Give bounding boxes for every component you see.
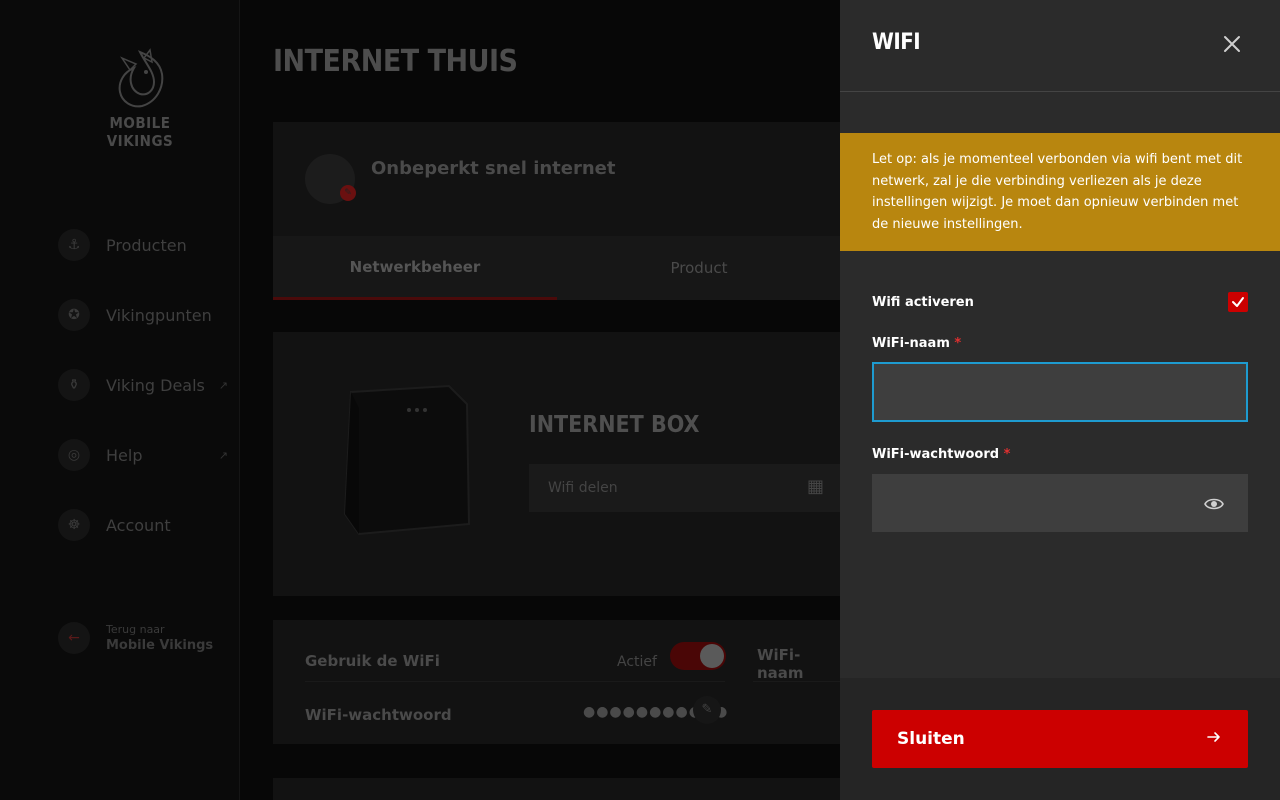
sidebar-item-label: Help: [106, 445, 143, 465]
wifi-password-field-label-text: WiFi-wachtwoord: [872, 447, 1000, 462]
back-caption: Terug naar: [106, 623, 165, 636]
wifi-name-field-label-text: WiFi-naam: [872, 336, 950, 351]
helmet-icon: ☸: [58, 509, 90, 541]
wifi-password-input[interactable]: [872, 474, 1248, 532]
treasure-icon: ✪: [58, 299, 90, 331]
wifi-use-row: Gebruik de WiFi Actief: [305, 642, 726, 682]
wifi-status: Actief: [617, 654, 657, 670]
sidebar: MOBILE VIKINGS ⚓ Producten ✪ Vikingpunte…: [0, 0, 240, 800]
internet-box-card: INTERNET BOX Wifi delen ▦: [273, 332, 841, 596]
drawer-header: WIFI: [840, 0, 1280, 92]
qr-code-icon: ▦: [807, 476, 825, 497]
close-button-label: Sluiten: [897, 729, 965, 749]
app: MOBILE VIKINGS ⚓ Producten ✪ Vikingpunte…: [0, 0, 1280, 800]
toggle-knob: [700, 644, 724, 668]
edit-badge-icon: ✎: [340, 185, 356, 201]
sidebar-item-account[interactable]: ☸ Account: [58, 490, 228, 560]
wifi-password-row: WiFi-wachtwoord ●●●●●●●●●●● ✎: [305, 696, 727, 732]
brand-logo[interactable]: MOBILE VIKINGS: [80, 48, 200, 150]
close-button[interactable]: Sluiten: [872, 710, 1248, 768]
page-title: INTERNET THUIS: [273, 44, 518, 79]
wifi-activate-checkbox[interactable]: [1228, 292, 1248, 312]
wifi-name-input[interactable]: [872, 362, 1248, 422]
viking-dragon-icon: [118, 48, 164, 108]
sidebar-item-producten[interactable]: ⚓ Producten: [58, 210, 228, 280]
brand-name: MOBILE VIKINGS: [106, 114, 174, 150]
wifi-drawer: WIFI Let op: als je momenteel verbonden …: [840, 0, 1280, 800]
close-icon[interactable]: [1220, 32, 1244, 56]
edit-pencil-icon[interactable]: ✎: [693, 696, 721, 724]
sidebar-item-help[interactable]: ◎ Help ↗: [58, 420, 228, 490]
external-link-icon: ↗: [218, 448, 228, 462]
drawer-footer: Sluiten: [840, 678, 1280, 800]
wifi-name-field-label: WiFi-naam *: [872, 336, 961, 351]
tab-bar: Netwerkbeheer Product: [273, 236, 841, 300]
wifi-activate-label: Wifi activeren: [872, 295, 974, 310]
sidebar-item-label: Account: [106, 515, 171, 535]
sidebar-item-vikingpunten[interactable]: ✪ Vikingpunten: [58, 280, 228, 350]
wifi-name-label: WiFi-naam: [757, 646, 804, 682]
main-content: INTERNET THUIS ✎ Onbeperkt snel internet…: [241, 0, 841, 800]
bottom-card: [273, 778, 841, 800]
tab-netwerkbeheer[interactable]: Netwerkbeheer: [273, 236, 557, 300]
wifi-password-label: WiFi-wachtwoord: [305, 706, 452, 724]
external-link-icon: ↗: [218, 378, 228, 392]
wifi-toggle[interactable]: [670, 642, 726, 670]
required-mark: *: [1003, 447, 1011, 462]
sidebar-item-label: Viking Deals: [106, 375, 205, 395]
arrow-left-icon: ←: [58, 622, 90, 654]
check-icon: [1232, 297, 1244, 307]
tab-product[interactable]: Product: [557, 236, 841, 300]
back-to-mobile-vikings[interactable]: ← Terug naar Mobile Vikings: [58, 622, 213, 654]
router-image: [343, 384, 471, 536]
subscription-title: Onbeperkt snel internet: [371, 158, 616, 179]
wifi-settings-card: Gebruik de WiFi Actief WiFi-naam WiFi-wa…: [273, 620, 841, 744]
arrow-right-icon: [1207, 732, 1220, 742]
wifi-use-label: Gebruik de WiFi: [305, 652, 440, 670]
subscription-card: ✎ Onbeperkt snel internet Netwerkbeheer …: [273, 122, 841, 300]
lifebuoy-icon: ◎: [58, 439, 90, 471]
sidebar-item-viking-deals[interactable]: ⚱ Viking Deals ↗: [58, 350, 228, 420]
box-title: INTERNET BOX: [529, 412, 700, 438]
share-wifi-button[interactable]: Wifi delen ▦: [529, 464, 841, 512]
anchor-icon: ⚓: [58, 229, 90, 261]
sidebar-item-label: Vikingpunten: [106, 305, 212, 325]
sidebar-item-label: Producten: [106, 235, 187, 255]
bottle-icon: ⚱: [58, 369, 90, 401]
required-mark: *: [954, 336, 962, 351]
eye-icon[interactable]: [1204, 494, 1224, 514]
sidebar-nav: ⚓ Producten ✪ Vikingpunten ⚱ Viking Deal…: [58, 210, 228, 560]
drawer-title: WIFI: [872, 30, 921, 55]
share-wifi-label: Wifi delen: [548, 480, 618, 496]
wifi-password-field-label: WiFi-wachtwoord *: [872, 447, 1010, 462]
back-target: Mobile Vikings: [106, 638, 214, 653]
warning-banner: Let op: als je momenteel verbonden via w…: [840, 133, 1280, 251]
